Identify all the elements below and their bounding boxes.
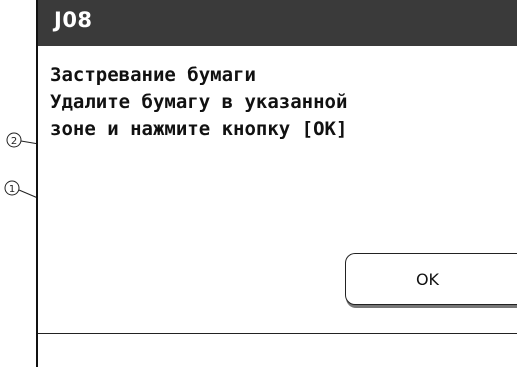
ok-button[interactable]: OK: [345, 253, 517, 305]
ok-button-label: OK: [415, 269, 440, 289]
message-line-3: зоне и нажмите кнопку [OK]: [50, 118, 348, 140]
bottom-divider: [38, 333, 517, 334]
message-line-1: Застревание бумаги: [50, 64, 256, 86]
message-line-2: Удалите бумагу в указанной: [50, 91, 348, 113]
callout-2-label: 2: [11, 136, 17, 147]
title-bar: J08: [38, 0, 517, 46]
jam-dialog: J08 Застревание бумаги Удалите бумагу в …: [36, 0, 517, 367]
callout-1-label: 1: [9, 184, 15, 195]
error-code-title: J08: [54, 8, 93, 32]
jam-screen: 2 1 3 4: [0, 0, 517, 367]
